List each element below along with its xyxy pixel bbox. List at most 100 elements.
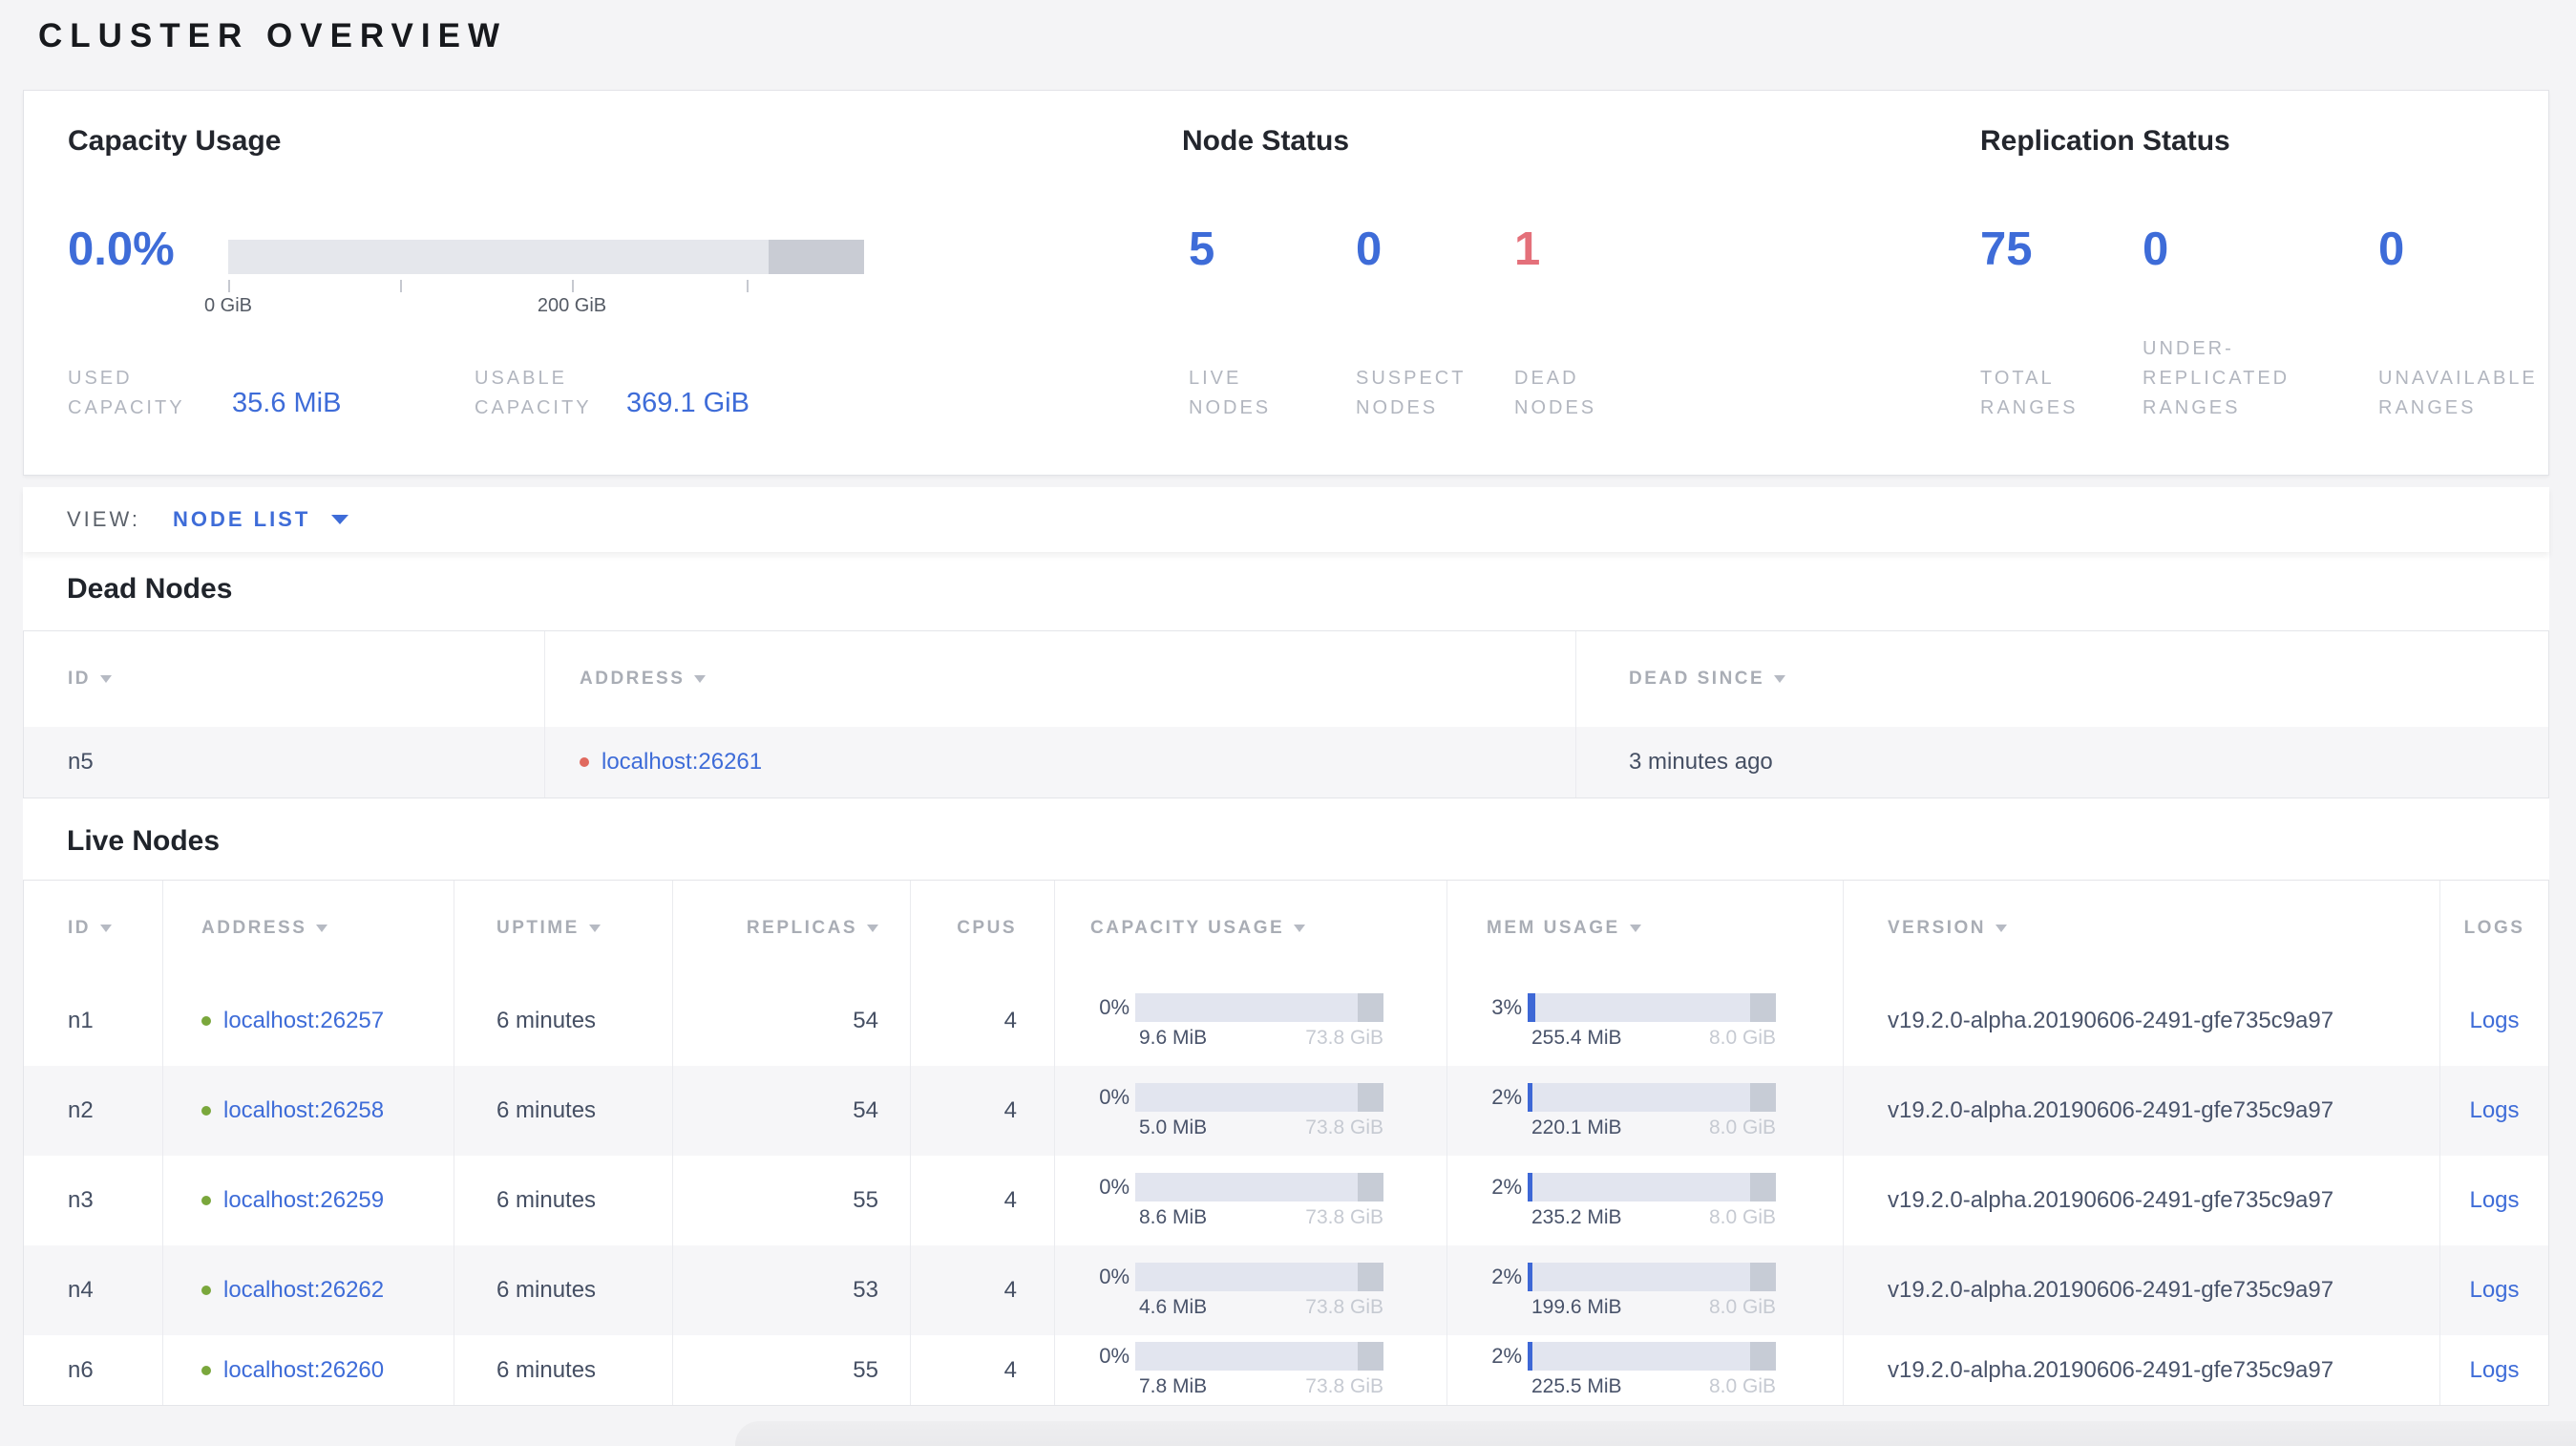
- node-id: n3: [24, 1156, 163, 1245]
- mem-total: 8.0 GiB: [1708, 1026, 1776, 1049]
- view-dropdown-value: NODE LIST: [172, 507, 311, 531]
- node-cpus: 4: [911, 976, 1055, 1066]
- live-node-row: n6 localhost:26260 6 minutes 55 4 0% 7.8…: [24, 1335, 2548, 1405]
- node-cpus: 4: [911, 1066, 1055, 1156]
- total-ranges-stat: 75 TOTAL RANGES: [1980, 91, 2166, 475]
- logs-link[interactable]: Logs: [2469, 1008, 2519, 1034]
- bottom-shadow: [735, 1421, 2576, 1446]
- node-logs-cell: Logs: [2440, 1245, 2548, 1335]
- node-replicas: 54: [673, 976, 911, 1066]
- capacity-total: 73.8 GiB: [1305, 1295, 1383, 1318]
- column-header-id[interactable]: ID: [24, 881, 163, 976]
- node-version: v19.2.0-alpha.20190606-2491-gfe735c9a97: [1844, 976, 2440, 1066]
- capacity-bar: [1135, 1172, 1383, 1201]
- node-address-link[interactable]: localhost:26258: [223, 1097, 384, 1124]
- mem-percent: 2%: [1491, 1264, 1522, 1288]
- node-capacity-usage: 0% 4.6 MiB 73.8 GiB: [1055, 1245, 1447, 1335]
- node-version: v19.2.0-alpha.20190606-2491-gfe735c9a97: [1844, 1245, 2440, 1335]
- capacity-percent-value: 0.0%: [68, 223, 175, 275]
- under-replicated-ranges-stat: 0 UNDER- REPLICATED RANGES: [2143, 91, 2329, 475]
- node-capacity-usage: 0% 7.8 MiB 73.8 GiB: [1055, 1335, 1447, 1405]
- unavailable-ranges-label: UNAVAILABLE RANGES: [2378, 368, 2538, 418]
- column-header-mem-usage[interactable]: MEM USAGE: [1447, 881, 1844, 976]
- view-dropdown[interactable]: NODE LIST: [172, 507, 349, 532]
- mem-percent: 2%: [1491, 1084, 1522, 1109]
- sort-arrow-icon: [316, 925, 328, 932]
- node-uptime: 6 minutes: [454, 1156, 673, 1245]
- chevron-down-icon: [331, 515, 349, 524]
- dead-nodes-table: ID ADDRESS DEAD SINCE n5 localhost:26261…: [23, 630, 2549, 798]
- node-id: n2: [24, 1066, 163, 1156]
- capacity-percent: 0%: [1099, 994, 1130, 1019]
- node-address-link[interactable]: localhost:26257: [223, 1008, 384, 1034]
- node-mem-usage: 3% 255.4 MiB 8.0 GiB: [1447, 976, 1844, 1066]
- column-header-uptime[interactable]: UPTIME: [454, 881, 673, 976]
- logs-link[interactable]: Logs: [2469, 1357, 2519, 1384]
- node-mem-usage: 2% 225.5 MiB 8.0 GiB: [1447, 1335, 1844, 1405]
- logs-link[interactable]: Logs: [2469, 1097, 2519, 1124]
- page-title: CLUSTER OVERVIEW: [38, 17, 508, 54]
- sort-arrow-icon: [100, 925, 112, 932]
- under-replicated-label: UNDER- REPLICATED RANGES: [2143, 338, 2291, 418]
- node-capacity-usage: 0% 9.6 MiB 73.8 GiB: [1055, 976, 1447, 1066]
- live-status-dot-icon: [201, 1365, 211, 1375]
- capacity-used: 9.6 MiB: [1139, 1026, 1208, 1049]
- column-header-address[interactable]: ADDRESS: [545, 631, 1576, 727]
- node-address-cell: localhost:26259: [163, 1156, 454, 1245]
- mem-bar: [1528, 992, 1776, 1022]
- node-replicas: 54: [673, 1066, 911, 1156]
- node-replicas: 55: [673, 1156, 911, 1245]
- total-ranges-label: TOTAL RANGES: [1980, 368, 2079, 418]
- node-address-link[interactable]: localhost:26261: [602, 749, 762, 776]
- mem-total: 8.0 GiB: [1708, 1295, 1776, 1318]
- mem-used: 235.2 MiB: [1531, 1205, 1622, 1228]
- axis-tick-label-0: 0 GiB: [203, 295, 253, 316]
- mem-used: 199.6 MiB: [1531, 1295, 1622, 1318]
- sort-arrow-icon: [100, 675, 112, 683]
- live-nodes-heading: Live Nodes: [67, 825, 221, 857]
- node-cpus: 4: [911, 1335, 1055, 1405]
- capacity-percent: 0%: [1099, 1344, 1130, 1368]
- node-address-cell: localhost:26261: [545, 727, 1576, 797]
- node-address-link[interactable]: localhost:26260: [223, 1357, 384, 1384]
- capacity-bar: [1135, 1262, 1383, 1291]
- sort-arrow-icon: [1995, 925, 2008, 932]
- live-nodes-stat: 5 LIVE NODES: [1189, 91, 1375, 475]
- node-replicas: 55: [673, 1335, 911, 1405]
- logs-link[interactable]: Logs: [2469, 1187, 2519, 1214]
- usable-capacity-label: USABLE CAPACITY: [475, 368, 592, 418]
- live-status-dot-icon: [201, 1016, 211, 1026]
- dead-nodes-header-row: ID ADDRESS DEAD SINCE: [24, 631, 2548, 727]
- used-capacity-value: 35.6 MiB: [232, 388, 342, 418]
- live-status-dot-icon: [201, 1196, 211, 1205]
- node-version: v19.2.0-alpha.20190606-2491-gfe735c9a97: [1844, 1156, 2440, 1245]
- node-id: n4: [24, 1245, 163, 1335]
- node-address-cell: localhost:26258: [163, 1066, 454, 1156]
- column-header-address[interactable]: ADDRESS: [163, 881, 454, 976]
- cluster-overview-page: CLUSTER OVERVIEW Capacity Usage 0.0% 0 G…: [0, 0, 2576, 1446]
- live-nodes-table: ID ADDRESS UPTIME REPLICAS CPUS CAPACITY…: [23, 880, 2549, 1406]
- capacity-used: 7.8 MiB: [1139, 1375, 1208, 1397]
- mem-percent: 3%: [1491, 994, 1522, 1019]
- column-header-replicas[interactable]: REPLICAS: [673, 881, 911, 976]
- node-uptime: 6 minutes: [454, 976, 673, 1066]
- node-mem-usage: 2% 199.6 MiB 8.0 GiB: [1447, 1245, 1844, 1335]
- column-header-version[interactable]: VERSION: [1844, 881, 2440, 976]
- unavailable-ranges-count: 0: [2378, 223, 2405, 275]
- mem-used: 220.1 MiB: [1531, 1116, 1622, 1138]
- node-mem-usage: 2% 235.2 MiB 8.0 GiB: [1447, 1156, 1844, 1245]
- node-id: n1: [24, 976, 163, 1066]
- column-header-id[interactable]: ID: [24, 631, 545, 727]
- dead-nodes-count: 1: [1514, 223, 1541, 275]
- logs-link[interactable]: Logs: [2469, 1277, 2519, 1304]
- column-header-capacity-usage[interactable]: CAPACITY USAGE: [1055, 881, 1447, 976]
- column-header-dead-since[interactable]: DEAD SINCE: [1576, 631, 2548, 727]
- capacity-total: 73.8 GiB: [1305, 1205, 1383, 1228]
- node-capacity-usage: 0% 8.6 MiB 73.8 GiB: [1055, 1156, 1447, 1245]
- node-address-link[interactable]: localhost:26262: [223, 1277, 384, 1304]
- mem-bar: [1528, 1172, 1776, 1201]
- sort-arrow-icon: [1774, 675, 1786, 683]
- live-status-dot-icon: [201, 1106, 211, 1116]
- node-address-link[interactable]: localhost:26259: [223, 1187, 384, 1214]
- node-replicas: 53: [673, 1245, 911, 1335]
